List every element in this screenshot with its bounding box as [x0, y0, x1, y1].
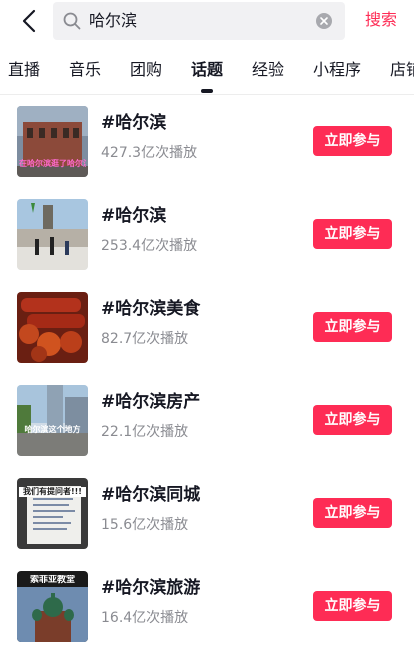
join-button[interactable]: 立即参与 — [313, 498, 392, 528]
topic-row[interactable]: 在哈尔滨逛了哈尔滨的冰 #哈尔滨 427.3亿次播放 立即参与 — [0, 94, 414, 187]
topic-thumbnail: 在哈尔滨逛了哈尔滨的冰 — [17, 106, 88, 177]
topic-title: #哈尔滨房产 — [101, 392, 201, 412]
join-button[interactable]: 立即参与 — [313, 219, 392, 249]
thumbnail-caption: 在哈尔滨逛了哈尔滨的冰 — [19, 159, 86, 168]
topic-title: #哈尔滨同城 — [101, 485, 201, 505]
tab-topics[interactable]: 话题 — [191, 59, 223, 81]
thumbnail-caption: 我们有提问者!!! — [19, 487, 86, 497]
topic-play-count: 82.7亿次播放 — [101, 331, 189, 347]
topic-thumbnail: 我们有提问者!!! — [17, 478, 88, 549]
thumbnail-caption: 索菲亚教堂 — [29, 575, 75, 585]
join-button[interactable]: 立即参与 — [313, 312, 392, 342]
join-button[interactable]: 立即参与 — [313, 126, 392, 156]
topic-thumbnail — [17, 199, 88, 270]
topic-play-count: 22.1亿次播放 — [101, 424, 189, 440]
topic-title: #哈尔滨 — [101, 113, 167, 133]
search-input[interactable]: 哈尔滨 — [53, 2, 345, 40]
tab-music[interactable]: 音乐 — [69, 59, 101, 81]
topic-title: #哈尔滨 — [101, 206, 167, 226]
topic-thumbnail: 哈尔滨这个地方 — [17, 385, 88, 456]
topic-row[interactable]: #哈尔滨美食 82.7亿次播放 立即参与 — [0, 280, 414, 373]
top-bar: 哈尔滨 搜索 — [0, 0, 414, 42]
topic-row[interactable]: 哈尔滨这个地方 #哈尔滨房产 22.1亿次播放 立即参与 — [0, 373, 414, 466]
join-button[interactable]: 立即参与 — [313, 591, 392, 621]
tab-experience[interactable]: 经验 — [252, 59, 284, 81]
chevron-left-icon — [22, 9, 36, 33]
search-icon — [63, 12, 81, 30]
search-query: 哈尔滨 — [89, 11, 138, 30]
topic-thumbnail: 索菲亚教堂 — [17, 571, 88, 642]
search-button[interactable]: 搜索 — [365, 10, 397, 30]
topic-play-count: 427.3亿次播放 — [101, 145, 198, 161]
topic-title: #哈尔滨美食 — [101, 299, 201, 319]
topic-thumbnail — [17, 292, 88, 363]
topic-play-count: 16.4亿次播放 — [101, 610, 189, 626]
active-tab-indicator — [201, 89, 213, 93]
tab-shops[interactable]: 店铺 — [390, 59, 414, 81]
topic-row[interactable]: 索菲亚教堂 #哈尔滨旅游 16.4亿次播放 立即参与 — [0, 559, 414, 652]
thumbnail-caption: 哈尔滨这个地方 — [24, 425, 81, 434]
tab-live[interactable]: 直播 — [8, 59, 40, 81]
tab-group-buy[interactable]: 团购 — [130, 59, 162, 81]
category-tabs: 直播 音乐 团购 话题 经验 小程序 店铺 — [0, 50, 414, 94]
topic-play-count: 15.6亿次播放 — [101, 517, 189, 533]
topic-play-count: 253.4亿次播放 — [101, 238, 198, 254]
clear-icon[interactable] — [316, 13, 332, 29]
back-button[interactable] — [14, 6, 44, 36]
tab-mini-programs[interactable]: 小程序 — [313, 59, 361, 81]
join-button[interactable]: 立即参与 — [313, 405, 392, 435]
topic-row[interactable]: #哈尔滨 253.4亿次播放 立即参与 — [0, 187, 414, 280]
topic-title: #哈尔滨旅游 — [101, 578, 201, 598]
topic-row[interactable]: 我们有提问者!!! #哈尔滨同城 15.6亿次播放 立即参与 — [0, 466, 414, 559]
